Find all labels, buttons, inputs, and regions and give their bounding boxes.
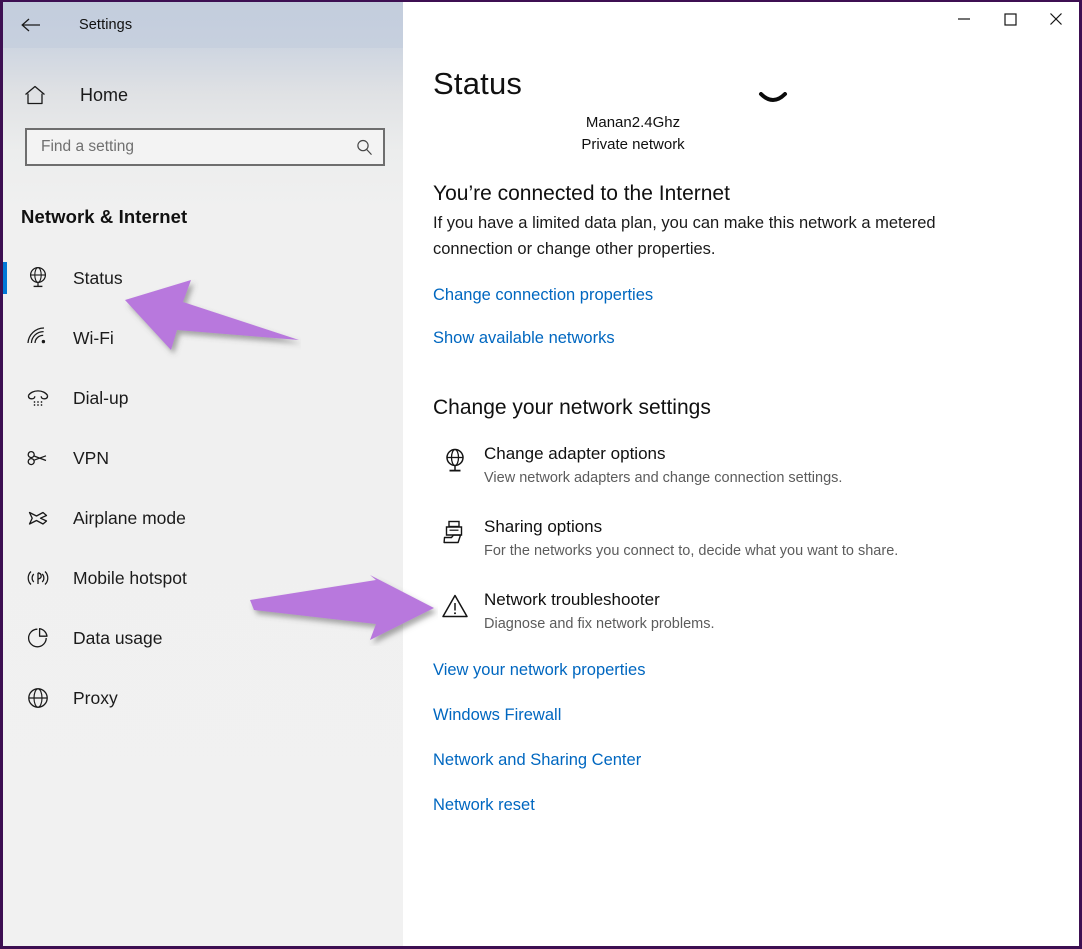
warning-triangle-icon [433, 588, 477, 622]
connection-description: If you have a limited data plan, you can… [433, 214, 936, 258]
option-text: Change adapter options View network adap… [477, 442, 842, 489]
settings-window: Settings Home Find a setting Network & I… [0, 0, 1082, 949]
sidebar-nav-list: Status Wi-Fi Dial-up VPN Airplane mode M… [3, 248, 403, 728]
title-bar: Settings [3, 2, 1079, 48]
sidebar-item-label: Dial-up [73, 387, 129, 408]
sidebar: Home Network & Internet [3, 2, 403, 946]
option-subtitle: Diagnose and fix network problems. [484, 616, 715, 632]
hotspot-icon [21, 565, 55, 591]
network-settings-heading: Change your network settings [433, 396, 711, 419]
globe-outline-icon [21, 685, 55, 711]
minimize-button[interactable] [941, 2, 987, 36]
close-icon [1049, 12, 1063, 26]
sharing-icon [433, 515, 477, 549]
maximize-button[interactable] [987, 2, 1033, 36]
pie-chart-icon [21, 625, 55, 651]
sidebar-item-label: Status [73, 267, 123, 288]
option-title: Network troubleshooter [484, 590, 660, 609]
globe-icon [21, 265, 55, 291]
option-title: Sharing options [484, 517, 603, 536]
main-content: Status Manan2.4Ghz Private network You’r… [403, 48, 1079, 946]
sidebar-item-label: VPN [73, 447, 109, 468]
search-input[interactable] [27, 138, 345, 156]
link-change-connection-properties[interactable]: Change connection properties [433, 286, 653, 305]
search-box[interactable] [25, 128, 385, 166]
key-icon [21, 445, 55, 471]
minimize-icon [957, 13, 971, 25]
sidebar-item-vpn[interactable]: VPN [3, 428, 403, 488]
adapter-icon [433, 442, 477, 476]
option-text: Sharing options For the networks you con… [477, 515, 898, 562]
airplane-icon [21, 505, 55, 531]
sidebar-item-label: Mobile hotspot [73, 567, 187, 588]
link-show-available-networks[interactable]: Show available networks [433, 329, 615, 348]
sidebar-item-label: Wi-Fi [73, 327, 114, 348]
sidebar-category-title: Network & Internet [21, 206, 188, 227]
link-network-reset[interactable]: Network reset [433, 796, 535, 815]
sidebar-item-wi-fi[interactable]: Wi-Fi [3, 308, 403, 368]
connection-heading: You’re connected to the Internet [433, 182, 730, 205]
sidebar-item-proxy[interactable]: Proxy [3, 668, 403, 728]
home-label: Home [80, 84, 129, 105]
window-title: Settings [79, 17, 133, 33]
maximize-icon [1003, 12, 1017, 26]
option-subtitle: View network adapters and change connect… [484, 470, 843, 486]
sidebar-item-label: Data usage [73, 627, 163, 648]
option-change-adapter-options[interactable]: Change adapter options View network adap… [433, 442, 1079, 489]
home-icon [19, 84, 59, 106]
option-title: Change adapter options [484, 444, 666, 463]
bottom-links: View your network properties Windows Fir… [433, 661, 1079, 815]
option-text: Network troubleshooter Diagnose and fix … [477, 588, 715, 635]
network-type: Private network [581, 136, 685, 153]
wifi-icon [21, 325, 55, 351]
back-arrow-icon [20, 17, 42, 33]
link-network-and-sharing-center[interactable]: Network and Sharing Center [433, 751, 641, 770]
sidebar-item-dial-up[interactable]: Dial-up [3, 368, 403, 428]
network-settings-options: Change adapter options View network adap… [433, 442, 1079, 635]
sidebar-item-home[interactable]: Home [3, 72, 403, 118]
phone-icon [21, 385, 55, 411]
close-button[interactable] [1033, 2, 1079, 36]
back-button[interactable] [9, 5, 53, 45]
sidebar-item-label: Airplane mode [73, 507, 186, 528]
option-subtitle: For the networks you connect to, decide … [484, 543, 899, 559]
sidebar-item-data-usage[interactable]: Data usage [3, 608, 403, 668]
network-status-icon [743, 92, 803, 122]
selection-indicator [3, 262, 7, 294]
window-controls [403, 2, 1079, 48]
sidebar-item-mobile-hotspot[interactable]: Mobile hotspot [3, 548, 403, 608]
network-status-block: Manan2.4Ghz Private network [433, 92, 833, 156]
link-view-your-network-properties[interactable]: View your network properties [433, 661, 645, 680]
sidebar-item-status[interactable]: Status [3, 248, 403, 308]
sidebar-item-airplane-mode[interactable]: Airplane mode [3, 488, 403, 548]
option-network-troubleshooter[interactable]: Network troubleshooter Diagnose and fix … [433, 588, 1079, 635]
option-sharing-options[interactable]: Sharing options For the networks you con… [433, 515, 1079, 562]
sidebar-item-label: Proxy [73, 687, 118, 708]
title-bar-left: Settings [3, 2, 403, 48]
link-windows-firewall[interactable]: Windows Firewall [433, 706, 561, 725]
search-icon[interactable] [345, 138, 383, 157]
